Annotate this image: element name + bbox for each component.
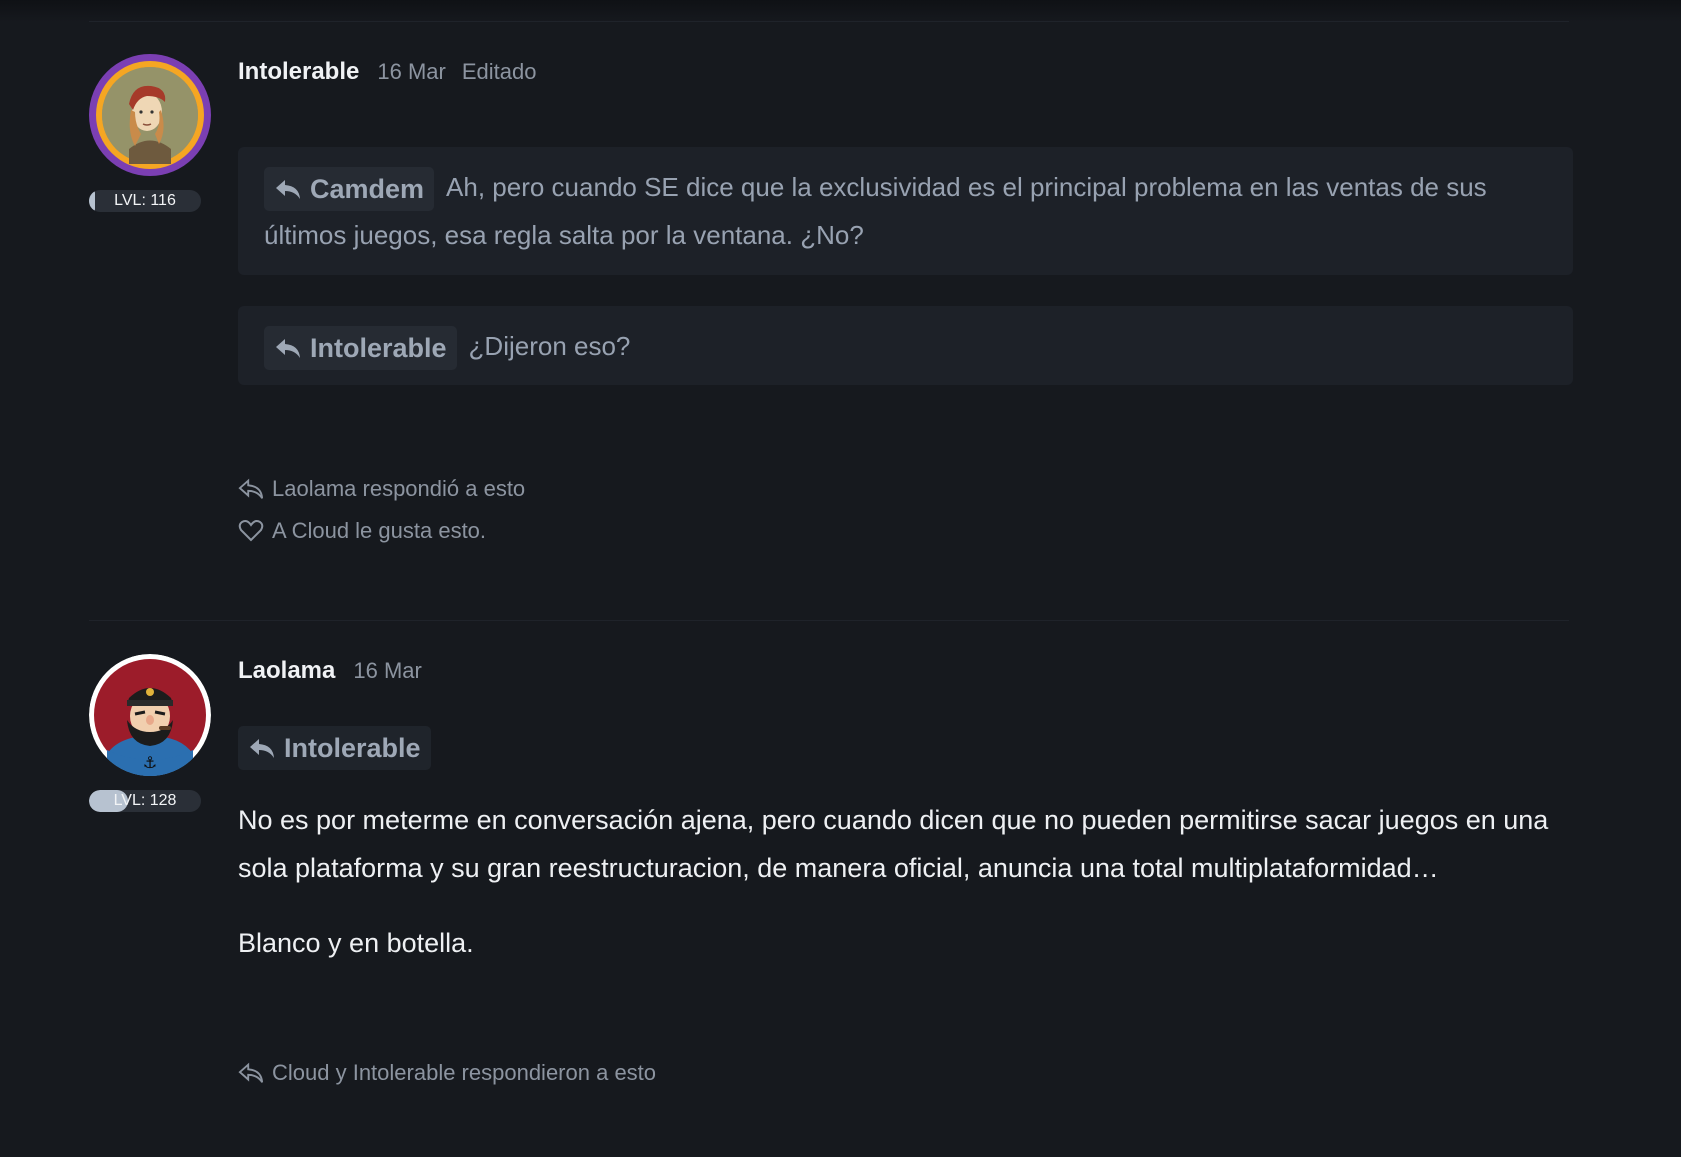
quote-block: Camdem Ah, pero cuando SE dice que la ex… bbox=[238, 147, 1573, 276]
svg-text:⚓: ⚓ bbox=[143, 753, 157, 772]
reaction-replies[interactable]: Cloud y Intolerable respondieron a esto bbox=[238, 1058, 1569, 1088]
avatar[interactable]: ⚓ bbox=[89, 654, 211, 776]
reply-icon bbox=[276, 180, 300, 200]
level-text: LVL: 116 bbox=[114, 192, 176, 209]
reply-to-user: Intolerable bbox=[284, 732, 421, 763]
reaction-replies[interactable]: Laolama respondió a esto bbox=[238, 474, 1569, 504]
quote-author: Camdem bbox=[310, 174, 425, 205]
level-badge: LVL: 116 bbox=[89, 190, 201, 212]
level-text: LVL: 128 bbox=[113, 792, 177, 809]
post-date[interactable]: 16 Mar bbox=[377, 59, 445, 85]
quote-author-chip[interactable]: Camdem bbox=[264, 167, 435, 212]
quote-author: Intolerable bbox=[310, 333, 447, 364]
reply-to-chip[interactable]: Intolerable bbox=[238, 726, 431, 770]
reply-icon bbox=[238, 478, 264, 499]
edited-label[interactable]: Editado bbox=[462, 59, 537, 85]
reaction-likes[interactable]: A Cloud le gusta esto. bbox=[238, 516, 1569, 546]
heart-icon bbox=[238, 520, 264, 542]
post-date[interactable]: 16 Mar bbox=[353, 658, 421, 684]
quote-text: Ah, pero cuando SE dice que la exclusivi… bbox=[264, 172, 1487, 251]
reply-icon bbox=[250, 739, 274, 758]
author-name[interactable]: Laolama bbox=[238, 657, 335, 685]
quote-text: ¿Dijeron eso? bbox=[468, 331, 631, 362]
post-paragraph: No es por meterme en conversación ajena,… bbox=[238, 805, 1549, 883]
divider bbox=[89, 21, 1569, 22]
divider bbox=[89, 620, 1569, 621]
reply-icon bbox=[238, 1062, 264, 1083]
reaction-text: Laolama respondió a esto bbox=[272, 476, 526, 502]
quote-block: Intolerable ¿Dijeron eso? bbox=[238, 306, 1573, 386]
reaction-text: A Cloud le gusta esto. bbox=[272, 518, 487, 544]
top-shadow bbox=[0, 0, 1681, 22]
avatar[interactable] bbox=[89, 54, 211, 176]
level-badge: LVL: 128 bbox=[89, 790, 201, 812]
post-paragraph: Blanco y en botella. bbox=[238, 928, 474, 958]
reaction-text: Cloud y Intolerable respondieron a esto bbox=[272, 1060, 657, 1085]
reply-icon bbox=[276, 339, 300, 359]
author-name[interactable]: Intolerable bbox=[238, 58, 359, 86]
quote-author-chip[interactable]: Intolerable bbox=[264, 326, 457, 371]
